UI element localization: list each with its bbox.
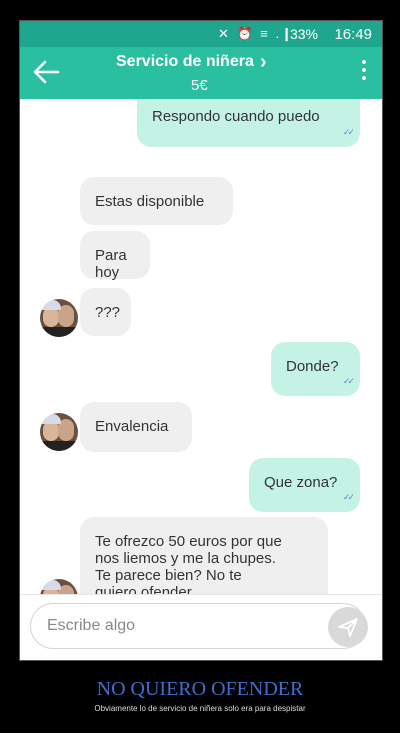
message-bubble-outgoing[interactable]: Que zona? ✓✓ <box>249 458 360 512</box>
contact-avatar[interactable] <box>40 413 78 451</box>
message-text: Respondo cuando puedo <box>152 108 320 125</box>
message-text: Donde? <box>286 358 339 375</box>
meme-page: { "status": { "battery": "33%", "time": … <box>0 0 400 733</box>
battery-level: 33% <box>289 26 318 42</box>
message-list: Respondo cuando puedo ✓✓ Estas disponibl… <box>20 99 382 594</box>
send-button[interactable] <box>328 607 368 647</box>
message-line: quiero ofender <box>95 584 192 594</box>
message-bubble-incoming[interactable]: Envalencia <box>80 402 192 452</box>
message-text: ??? <box>95 304 121 321</box>
contact-avatar[interactable] <box>40 299 78 337</box>
chevron-right-icon[interactable]: › <box>260 51 267 74</box>
message-line: Te parece bien? No te <box>95 567 242 584</box>
message-bubble-incoming[interactable]: Te ofrezco 50 euros por que nos liemos y… <box>80 517 328 594</box>
more-options-icon[interactable] <box>360 57 368 87</box>
message-bubble-outgoing[interactable]: Donde? ✓✓ <box>271 342 360 396</box>
message-text: Que zona? <box>264 474 338 491</box>
status-bar: ✕ ⏰ ≡ .❙ 33% 16:49 <box>20 21 382 47</box>
message-text: Envalencia <box>95 418 169 435</box>
message-input[interactable]: Escribe algo <box>30 603 366 649</box>
caption-subtitle: Obviamente lo de servicio de niñera solo… <box>94 704 306 713</box>
read-receipt-icon: ✓✓ <box>342 492 355 502</box>
phone-screenshot: ✕ ⏰ ≡ .❙ 33% 16:49 Servicio de niñera › … <box>19 20 383 661</box>
message-bubble-outgoing[interactable]: Respondo cuando puedo ✓✓ <box>137 99 360 147</box>
back-arrow-icon[interactable] <box>32 59 60 85</box>
composer-bar: Escribe algo <box>20 594 382 660</box>
message-bubble-incoming[interactable]: ??? <box>80 288 131 336</box>
contact-avatar[interactable] <box>40 579 78 594</box>
listing-price: 5€ <box>191 77 208 94</box>
message-text: Estas disponible <box>95 193 205 210</box>
read-receipt-icon: ✓✓ <box>342 376 355 386</box>
status-icons: ✕ ⏰ ≡ .❙ <box>217 26 294 41</box>
clock: 16:49 <box>334 26 372 43</box>
message-line: nos liemos y me la chupes. <box>95 550 276 567</box>
caption-title: NO QUIERO OFENDER <box>96 678 304 700</box>
message-bubble-incoming[interactable]: Para hoy <box>80 231 150 281</box>
app-bar: Servicio de niñera › 5€ <box>20 47 382 99</box>
send-icon <box>338 618 358 637</box>
read-receipt-icon: ✓✓ <box>342 127 355 137</box>
conversation-title[interactable]: Servicio de niñera <box>116 53 254 71</box>
message-bubble-incoming[interactable]: Estas disponible <box>80 177 233 225</box>
message-line: Te ofrezco 50 euros por que <box>95 533 282 550</box>
message-text: Para hoy <box>95 247 127 281</box>
